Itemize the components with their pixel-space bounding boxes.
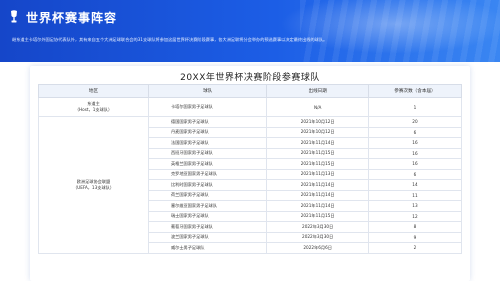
team-cell: 瑞士国家男子足球队 <box>147 210 268 222</box>
column-header-region: 地区 <box>38 84 149 98</box>
date-cell: 2021年11月14日 <box>266 189 369 201</box>
count-cell: 6 <box>367 168 463 180</box>
team-cell: 克罗地亚国家男子足球队 <box>147 168 268 180</box>
count-cell: 20 <box>367 116 463 128</box>
count-cell: 6 <box>367 126 463 138</box>
header-banner: 世界杯赛事阵容 继东道主卡塔尔外国足协代表队外，其有来自五个大洲足球联合会的31… <box>0 0 500 62</box>
region-cell-host: 东道主 （Host，1支球队） <box>38 97 149 117</box>
team-cell: 荷兰国家男子足球队 <box>147 189 268 201</box>
table-row: 欧洲足球协会联盟 （UEFA，13支球队） 德国国家男子足球队 2021年10月12日… <box>38 116 463 254</box>
team-cell: 西班牙国家男子足球队 <box>147 147 268 159</box>
date-cell: 2021年11月15日 <box>266 147 369 159</box>
date-cell: N/A <box>266 97 369 117</box>
table-row: 东道主 （Host，1支球队） 卡塔尔国家男子足球队 N/A 1 <box>38 97 463 117</box>
intro-text: 继东道主卡塔尔外国足协代表队外，其有来自五个大洲足球联合会的31支球队将参加这届… <box>12 37 328 42</box>
date-cell: 2021年10月12日 <box>266 116 369 128</box>
count-cell: 9 <box>367 231 463 243</box>
column-header-date: 出线日期 <box>266 84 369 98</box>
count-cell: 8 <box>367 221 463 233</box>
team-cell: 法国国家男子足球队 <box>147 137 268 149</box>
team-cell: 塞尔维亚国家男子足球队 <box>147 200 268 212</box>
date-cell: 2021年11月14日 <box>266 137 369 149</box>
count-cell: 2 <box>367 242 463 254</box>
team-cell: 威尔士男子足球队 <box>147 242 268 254</box>
count-cell: 11 <box>367 189 463 201</box>
table-header-row: 地区 球队 出线日期 参赛次数（含本届） <box>38 84 463 98</box>
teams-table: 地区 球队 出线日期 参赛次数（含本届） 东道主 （Host，1支球队） 卡塔尔国家… <box>38 84 463 254</box>
table-title: 20XX年世界杯决赛阶段参赛球队 <box>180 73 320 83</box>
team-cell: 葡萄牙国家男子足球队 <box>147 221 268 233</box>
team-cell: 比利时国家男子足球队 <box>147 179 268 191</box>
date-cell: 2022年3月30日 <box>266 221 369 233</box>
column-header-team: 球队 <box>147 84 268 98</box>
date-cell: 2021年11月13日 <box>266 168 369 180</box>
count-cell: 16 <box>367 137 463 149</box>
date-cell: 2021年10月12日 <box>266 126 369 138</box>
team-cell: 德国国家男子足球队 <box>147 116 268 128</box>
date-cell: 2021年11月15日 <box>266 158 369 170</box>
count-cell: 16 <box>367 158 463 170</box>
count-cell: 13 <box>367 200 463 212</box>
date-cell: 2021年11月15日 <box>266 210 369 222</box>
team-cell: 卡塔尔国家男子足球队 <box>147 97 268 117</box>
trophy-icon <box>11 10 17 23</box>
count-cell: 16 <box>367 147 463 159</box>
count-cell: 14 <box>367 179 463 191</box>
team-cell: 英格兰国家男子足球队 <box>147 158 268 170</box>
count-cell: 12 <box>367 210 463 222</box>
team-cell: 波兰国家男子足球队 <box>147 231 268 243</box>
date-cell: 2022年6月6日 <box>266 242 369 254</box>
table-body: 东道主 （Host，1支球队） 卡塔尔国家男子足球队 N/A 1 欧洲足球协会联盟 （UEF… <box>38 97 463 254</box>
count-cell: 1 <box>367 97 463 117</box>
date-cell: 2021年11月14日 <box>266 200 369 212</box>
region-cell-uefa: 欧洲足球协会联盟 （UEFA，13支球队） <box>38 116 149 254</box>
column-header-count: 参赛次数（含本届） <box>367 84 463 98</box>
team-cell: 丹麦国家男子足球队 <box>147 126 268 138</box>
date-cell: 2021年11月14日 <box>266 179 369 191</box>
page-title: 世界杯赛事阵容 <box>26 11 118 25</box>
date-cell: 2022年3月30日 <box>266 231 369 243</box>
